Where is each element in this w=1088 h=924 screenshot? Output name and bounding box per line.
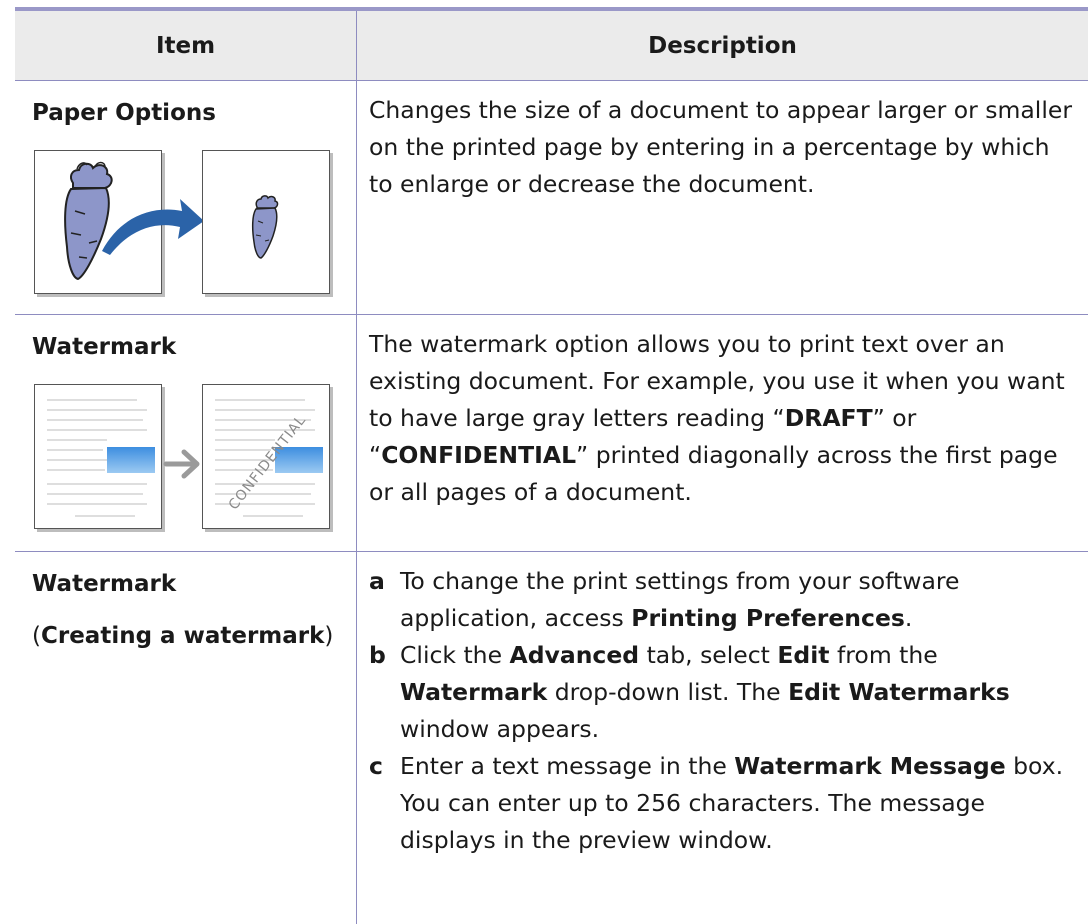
- document-page: [34, 384, 162, 529]
- arrow-right-icon: [163, 449, 200, 479]
- table-row: Watermark (Creating a watermark) a To ch…: [15, 552, 1088, 924]
- options-table: Item Description Paper Options Changes t…: [15, 7, 1088, 924]
- item-title: Paper Options: [32, 100, 216, 126]
- table-row: Watermark CONFIDENTIAL The watermark opt…: [15, 315, 1088, 552]
- table-row: Paper Options Changes the size of a docu…: [15, 81, 1088, 315]
- step-a: a To change the print settings from your…: [369, 567, 960, 632]
- description-cell: Changes the size of a document to appear…: [369, 96, 1072, 198]
- arrow-right-icon: [102, 199, 204, 255]
- reduced-page: [202, 150, 330, 294]
- header-description: Description: [648, 32, 797, 59]
- table-header-row: Item Description: [15, 11, 1088, 81]
- item-title: Watermark: [32, 334, 177, 360]
- step-c: c Enter a text message in the Watermark …: [369, 752, 1064, 854]
- description-cell: a To change the print settings from your…: [357, 552, 1088, 924]
- header-item: Item: [15, 11, 357, 80]
- carrot-page-shrink-illustration: [32, 145, 332, 295]
- item-cell: Watermark CONFIDENTIAL: [15, 315, 357, 551]
- item-subtitle: (Creating a watermark): [32, 623, 334, 649]
- watermark-preview-illustration: CONFIDENTIAL: [32, 379, 332, 529]
- sky-photo-icon: [107, 447, 155, 473]
- step-b: b Click the Advanced tab, select Edit fr…: [369, 641, 1010, 743]
- item-title: Watermark: [32, 571, 177, 597]
- item-cell: Watermark (Creating a watermark): [15, 552, 357, 924]
- watermarked-page: CONFIDENTIAL: [202, 384, 330, 529]
- steps-list: a To change the print settings from your…: [369, 563, 1080, 859]
- carrot-small-icon: [251, 195, 279, 259]
- description-cell: The watermark option allows you to print…: [369, 330, 1065, 506]
- item-cell: Paper Options: [15, 81, 357, 314]
